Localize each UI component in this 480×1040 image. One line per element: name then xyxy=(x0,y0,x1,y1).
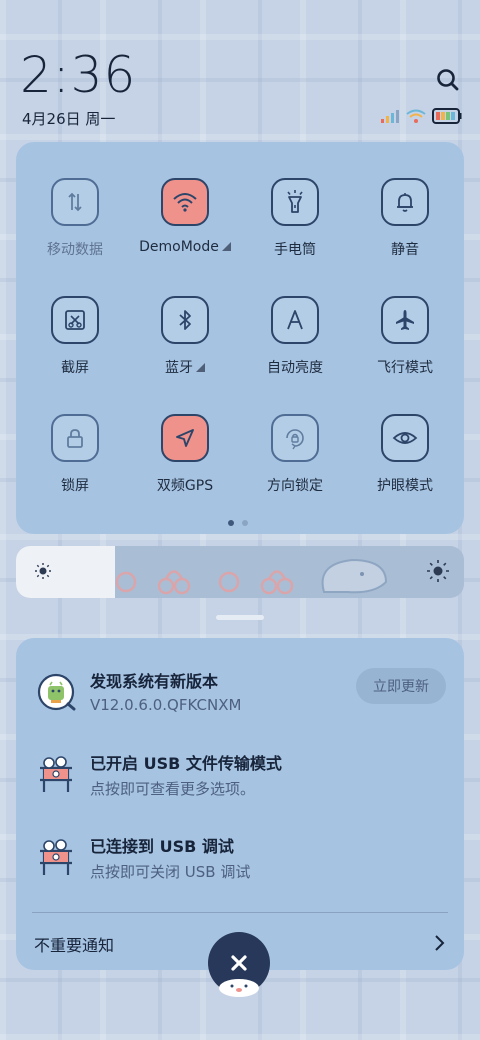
notification-subtitle: 点按即可查看更多选项。 xyxy=(90,780,256,798)
tile-lock-screen[interactable]: 锁屏 xyxy=(20,414,130,495)
wifi-icon xyxy=(161,178,209,226)
tile-screenshot[interactable]: 截屏 xyxy=(20,296,130,377)
tile-label: 静音 xyxy=(391,242,419,258)
rotation-lock-icon xyxy=(271,414,319,462)
close-icon xyxy=(231,955,247,971)
tile-label: 护眼模式 xyxy=(377,478,433,494)
wifi-status-icon xyxy=(406,109,426,123)
tile-mobile-data[interactable]: 移动数据 xyxy=(20,178,130,259)
flashlight-icon xyxy=(271,178,319,226)
tile-silent[interactable]: 静音 xyxy=(350,178,460,259)
quick-settings-panel: 移动数据 DemoMode 手电筒 静音 截屏 蓝牙 自动亮度 飞行模式 锁屏 … xyxy=(16,142,464,534)
tile-label: 自动亮度 xyxy=(267,360,323,376)
page-indicator xyxy=(228,520,248,526)
tile-label: 飞行模式 xyxy=(377,360,433,376)
tile-label: 蓝牙 xyxy=(165,360,193,376)
notification-panel: 发现系统有新版本 V12.0.6.0.QFKCNXM 立即更新 已开启 USB … xyxy=(16,638,464,970)
expand-triangle-icon[interactable] xyxy=(196,363,205,372)
decorative-pattern-icon xyxy=(115,558,388,595)
tile-bluetooth[interactable]: 蓝牙 xyxy=(130,296,240,377)
tile-label: 方向锁定 xyxy=(267,478,323,494)
update-now-button[interactable]: 立即更新 xyxy=(356,668,446,704)
brightness-high-icon xyxy=(427,560,449,582)
tile-label: 双频GPS xyxy=(156,478,214,494)
bell-icon xyxy=(381,178,429,226)
clock-date: 4月26日 周一 xyxy=(22,110,116,128)
signal-icon xyxy=(381,110,399,123)
tile-eye-comfort[interactable]: 护眼模式 xyxy=(350,414,460,495)
auto-brightness-icon xyxy=(271,296,319,344)
page-dot-active xyxy=(228,520,234,526)
notification-title: 已开启 USB 文件传输模式 xyxy=(90,754,282,773)
brightness-fill xyxy=(16,546,115,598)
airplane-icon xyxy=(381,296,429,344)
usb-debug-icon xyxy=(40,839,72,875)
screenshot-icon xyxy=(51,296,99,344)
system-update-icon xyxy=(37,673,76,711)
battery-icon xyxy=(432,108,462,124)
eye-icon xyxy=(381,414,429,462)
usb-icon xyxy=(40,756,72,792)
notification-subtitle: V12.0.6.0.QFKCNXM xyxy=(90,696,242,714)
chevron-right-icon[interactable] xyxy=(432,934,446,952)
lock-icon xyxy=(51,414,99,462)
tile-label: DemoMode xyxy=(139,239,219,255)
unimportant-notifications-link[interactable]: 不重要通知 xyxy=(34,932,114,956)
tile-label: 移动数据 xyxy=(47,242,103,258)
gps-icon xyxy=(161,414,209,462)
notification-system-update[interactable]: 发现系统有新版本 V12.0.6.0.QFKCNXM 立即更新 xyxy=(16,668,464,738)
tile-flashlight[interactable]: 手电筒 xyxy=(240,178,350,259)
tile-dual-gps[interactable]: 双频GPS xyxy=(130,414,240,495)
status-bar-icons xyxy=(380,108,462,124)
tile-rotation-lock[interactable]: 方向锁定 xyxy=(240,414,350,495)
brightness-low-icon xyxy=(35,563,51,579)
bluetooth-icon xyxy=(161,296,209,344)
page-dot xyxy=(242,520,248,526)
tile-demomode[interactable]: DemoMode xyxy=(130,178,240,255)
tile-label: 手电筒 xyxy=(274,242,316,258)
tile-label: 截屏 xyxy=(61,360,89,376)
tile-label: 锁屏 xyxy=(61,478,89,494)
notification-title: 已连接到 USB 调试 xyxy=(90,837,234,856)
tile-airplane[interactable]: 飞行模式 xyxy=(350,296,460,377)
search-icon[interactable] xyxy=(434,66,462,94)
notification-usb-debug[interactable]: 已连接到 USB 调试 点按即可关闭 USB 调试 xyxy=(16,833,464,903)
clock-time: 2:36 xyxy=(20,46,137,104)
mobile-data-icon xyxy=(51,178,99,226)
divider xyxy=(32,912,448,913)
panel-drag-handle[interactable] xyxy=(216,615,264,620)
notification-usb-transfer[interactable]: 已开启 USB 文件传输模式 点按即可查看更多选项。 xyxy=(16,750,464,820)
notification-title: 发现系统有新版本 xyxy=(90,672,219,691)
notification-subtitle: 点按即可关闭 USB 调试 xyxy=(90,863,251,881)
brightness-slider[interactable] xyxy=(16,546,464,598)
tile-auto-brightness[interactable]: 自动亮度 xyxy=(240,296,350,377)
expand-triangle-icon[interactable] xyxy=(221,242,231,251)
seal-mascot-icon xyxy=(219,979,259,997)
